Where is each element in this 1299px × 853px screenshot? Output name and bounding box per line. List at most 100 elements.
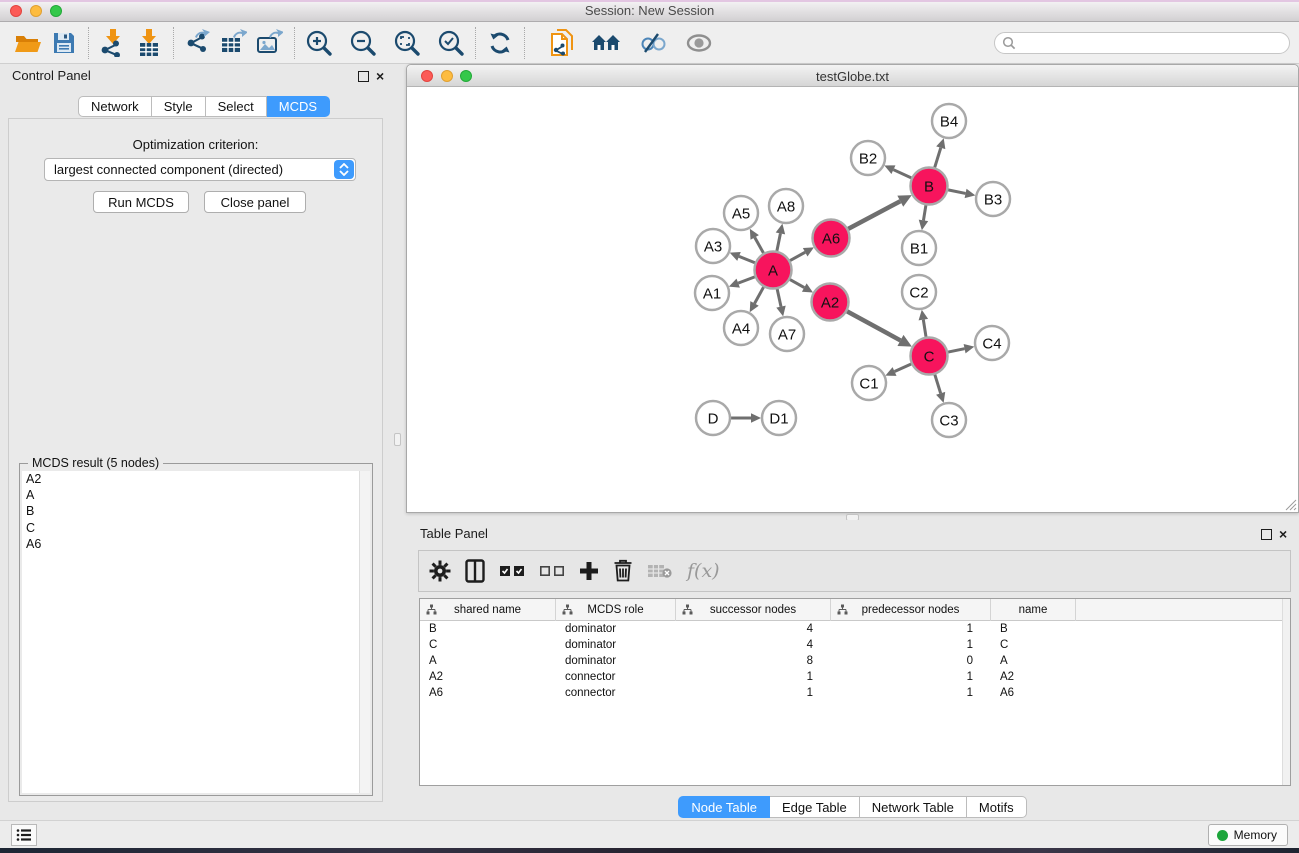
export-network-icon[interactable] bbox=[180, 25, 216, 61]
resize-grip-icon[interactable] bbox=[1284, 498, 1297, 511]
edge-A-A8[interactable] bbox=[777, 233, 781, 250]
table-row[interactable]: Bdominator41B bbox=[420, 621, 1282, 637]
column-header-name[interactable]: name bbox=[991, 599, 1076, 621]
memory-status-icon bbox=[1217, 830, 1228, 841]
result-item[interactable]: C bbox=[22, 520, 360, 536]
zoom-in-icon[interactable] bbox=[301, 25, 337, 61]
table-row[interactable]: Adominator80A bbox=[420, 653, 1282, 669]
tab-network[interactable]: Network bbox=[78, 96, 152, 117]
run-mcds-button[interactable]: Run MCDS bbox=[93, 191, 189, 213]
table-row[interactable]: A6connector11A6 bbox=[420, 685, 1282, 701]
control-panel-tabs: NetworkStyleSelectMCDS bbox=[78, 96, 330, 117]
node-label: A7 bbox=[778, 326, 796, 343]
gear-icon[interactable] bbox=[429, 556, 451, 586]
result-list-scrollbar[interactable] bbox=[359, 471, 370, 793]
table-panel-title: Table Panel bbox=[420, 526, 488, 541]
tab-style[interactable]: Style bbox=[152, 96, 206, 117]
edge-A-A3[interactable] bbox=[739, 256, 755, 262]
table-cell: B bbox=[991, 621, 1076, 637]
close-table-panel-icon[interactable]: × bbox=[1279, 525, 1287, 543]
column-header-predecessor-nodes[interactable]: predecessor nodes bbox=[831, 599, 991, 621]
edge-B-B3[interactable] bbox=[948, 190, 965, 194]
column-header-successor-nodes[interactable]: successor nodes bbox=[676, 599, 831, 621]
close-panel-icon[interactable]: × bbox=[376, 67, 384, 85]
zoom-out-icon[interactable] bbox=[345, 25, 381, 61]
edge-A-A1[interactable] bbox=[738, 277, 755, 283]
vertical-splitter[interactable] bbox=[390, 64, 406, 820]
edge-A-A5[interactable] bbox=[755, 237, 764, 253]
function-icon[interactable]: f(x) bbox=[687, 556, 720, 586]
edge-A2-C[interactable] bbox=[847, 311, 900, 340]
float-panel-icon[interactable] bbox=[358, 71, 369, 82]
tab-motifs[interactable]: Motifs bbox=[967, 796, 1027, 818]
table-cell: 1 bbox=[676, 685, 831, 701]
tab-network-table[interactable]: Network Table bbox=[860, 796, 967, 818]
node-label: A6 bbox=[822, 230, 840, 247]
import-network-icon[interactable] bbox=[95, 25, 131, 61]
table-scrollbar[interactable] bbox=[1282, 599, 1290, 785]
column-header-MCDS-role[interactable]: MCDS role bbox=[556, 599, 676, 621]
home-icon[interactable] bbox=[589, 25, 625, 61]
network-window-title: testGlobe.txt bbox=[407, 69, 1298, 84]
deselect-all-checkboxes-icon[interactable] bbox=[539, 556, 565, 586]
table-tabs: Node TableEdge TableNetwork TableMotifs bbox=[406, 796, 1299, 818]
trash-icon[interactable] bbox=[613, 556, 633, 586]
node-label: C2 bbox=[909, 284, 928, 301]
node-label: C3 bbox=[939, 412, 958, 429]
tab-node-table[interactable]: Node Table bbox=[678, 796, 770, 818]
import-table-icon[interactable] bbox=[131, 25, 167, 61]
columns-icon[interactable] bbox=[465, 556, 485, 586]
edge-C-C1[interactable] bbox=[895, 364, 912, 372]
memory-button[interactable]: Memory bbox=[1208, 824, 1288, 846]
close-panel-button[interactable]: Close panel bbox=[204, 191, 306, 213]
tab-mcds[interactable]: MCDS bbox=[267, 96, 330, 117]
criterion-dropdown[interactable]: largest connected component (directed) bbox=[44, 158, 356, 181]
result-item[interactable]: A bbox=[22, 487, 360, 503]
search-input[interactable] bbox=[1020, 36, 1270, 50]
edge-B-B4[interactable] bbox=[935, 148, 941, 168]
add-icon[interactable] bbox=[579, 556, 599, 586]
edge-A-A7[interactable] bbox=[777, 289, 781, 307]
edge-A-A2[interactable] bbox=[790, 280, 804, 288]
toolbar-separator bbox=[524, 27, 525, 59]
edge-A-A6[interactable] bbox=[790, 252, 805, 260]
edge-B-B1[interactable] bbox=[923, 205, 925, 220]
table-row[interactable]: Cdominator41C bbox=[420, 637, 1282, 653]
table-cell: A bbox=[420, 653, 556, 669]
tab-select[interactable]: Select bbox=[206, 96, 267, 117]
table-cell: A6 bbox=[991, 685, 1076, 701]
edge-A6-B[interactable] bbox=[848, 201, 900, 229]
node-label: A8 bbox=[777, 198, 795, 215]
delete-table-icon[interactable] bbox=[647, 556, 673, 586]
result-item[interactable]: B bbox=[22, 503, 360, 519]
splitter-grip[interactable] bbox=[394, 433, 401, 446]
search-field[interactable] bbox=[994, 32, 1290, 54]
edge-C-C2[interactable] bbox=[923, 320, 926, 337]
table-cell: 1 bbox=[831, 669, 991, 685]
network-from-selection-icon[interactable] bbox=[543, 25, 579, 61]
zoom-fit-icon[interactable] bbox=[389, 25, 425, 61]
result-item[interactable]: A2 bbox=[22, 471, 360, 487]
hide-glasses-icon[interactable] bbox=[635, 25, 671, 61]
float-table-panel-icon[interactable] bbox=[1261, 529, 1272, 540]
save-session-icon[interactable] bbox=[46, 25, 82, 61]
edge-A-A4[interactable] bbox=[755, 287, 764, 303]
table-row[interactable]: A2connector11A2 bbox=[420, 669, 1282, 685]
export-table-icon[interactable] bbox=[216, 25, 252, 61]
edge-C-C4[interactable] bbox=[948, 349, 964, 352]
refresh-icon[interactable] bbox=[482, 25, 518, 61]
edge-C-C3[interactable] bbox=[935, 375, 941, 394]
eye-icon[interactable] bbox=[681, 25, 717, 61]
open-file-icon[interactable] bbox=[10, 25, 46, 61]
edge-B-B2[interactable] bbox=[893, 170, 911, 178]
network-graph-canvas[interactable]: B4B2BB3A8A5A6A3B1AC2A1A2A4A7C4CC1C3DD1 bbox=[408, 88, 1297, 512]
table-cell: A6 bbox=[420, 685, 556, 701]
task-list-button[interactable] bbox=[11, 824, 37, 846]
tab-edge-table[interactable]: Edge Table bbox=[770, 796, 860, 818]
table-cell: dominator bbox=[556, 637, 676, 653]
column-header-shared-name[interactable]: shared name bbox=[420, 599, 556, 621]
result-item[interactable]: A6 bbox=[22, 536, 360, 552]
export-image-icon[interactable] bbox=[252, 25, 288, 61]
select-all-checkboxes-icon[interactable] bbox=[499, 556, 525, 586]
zoom-selected-icon[interactable] bbox=[433, 25, 469, 61]
